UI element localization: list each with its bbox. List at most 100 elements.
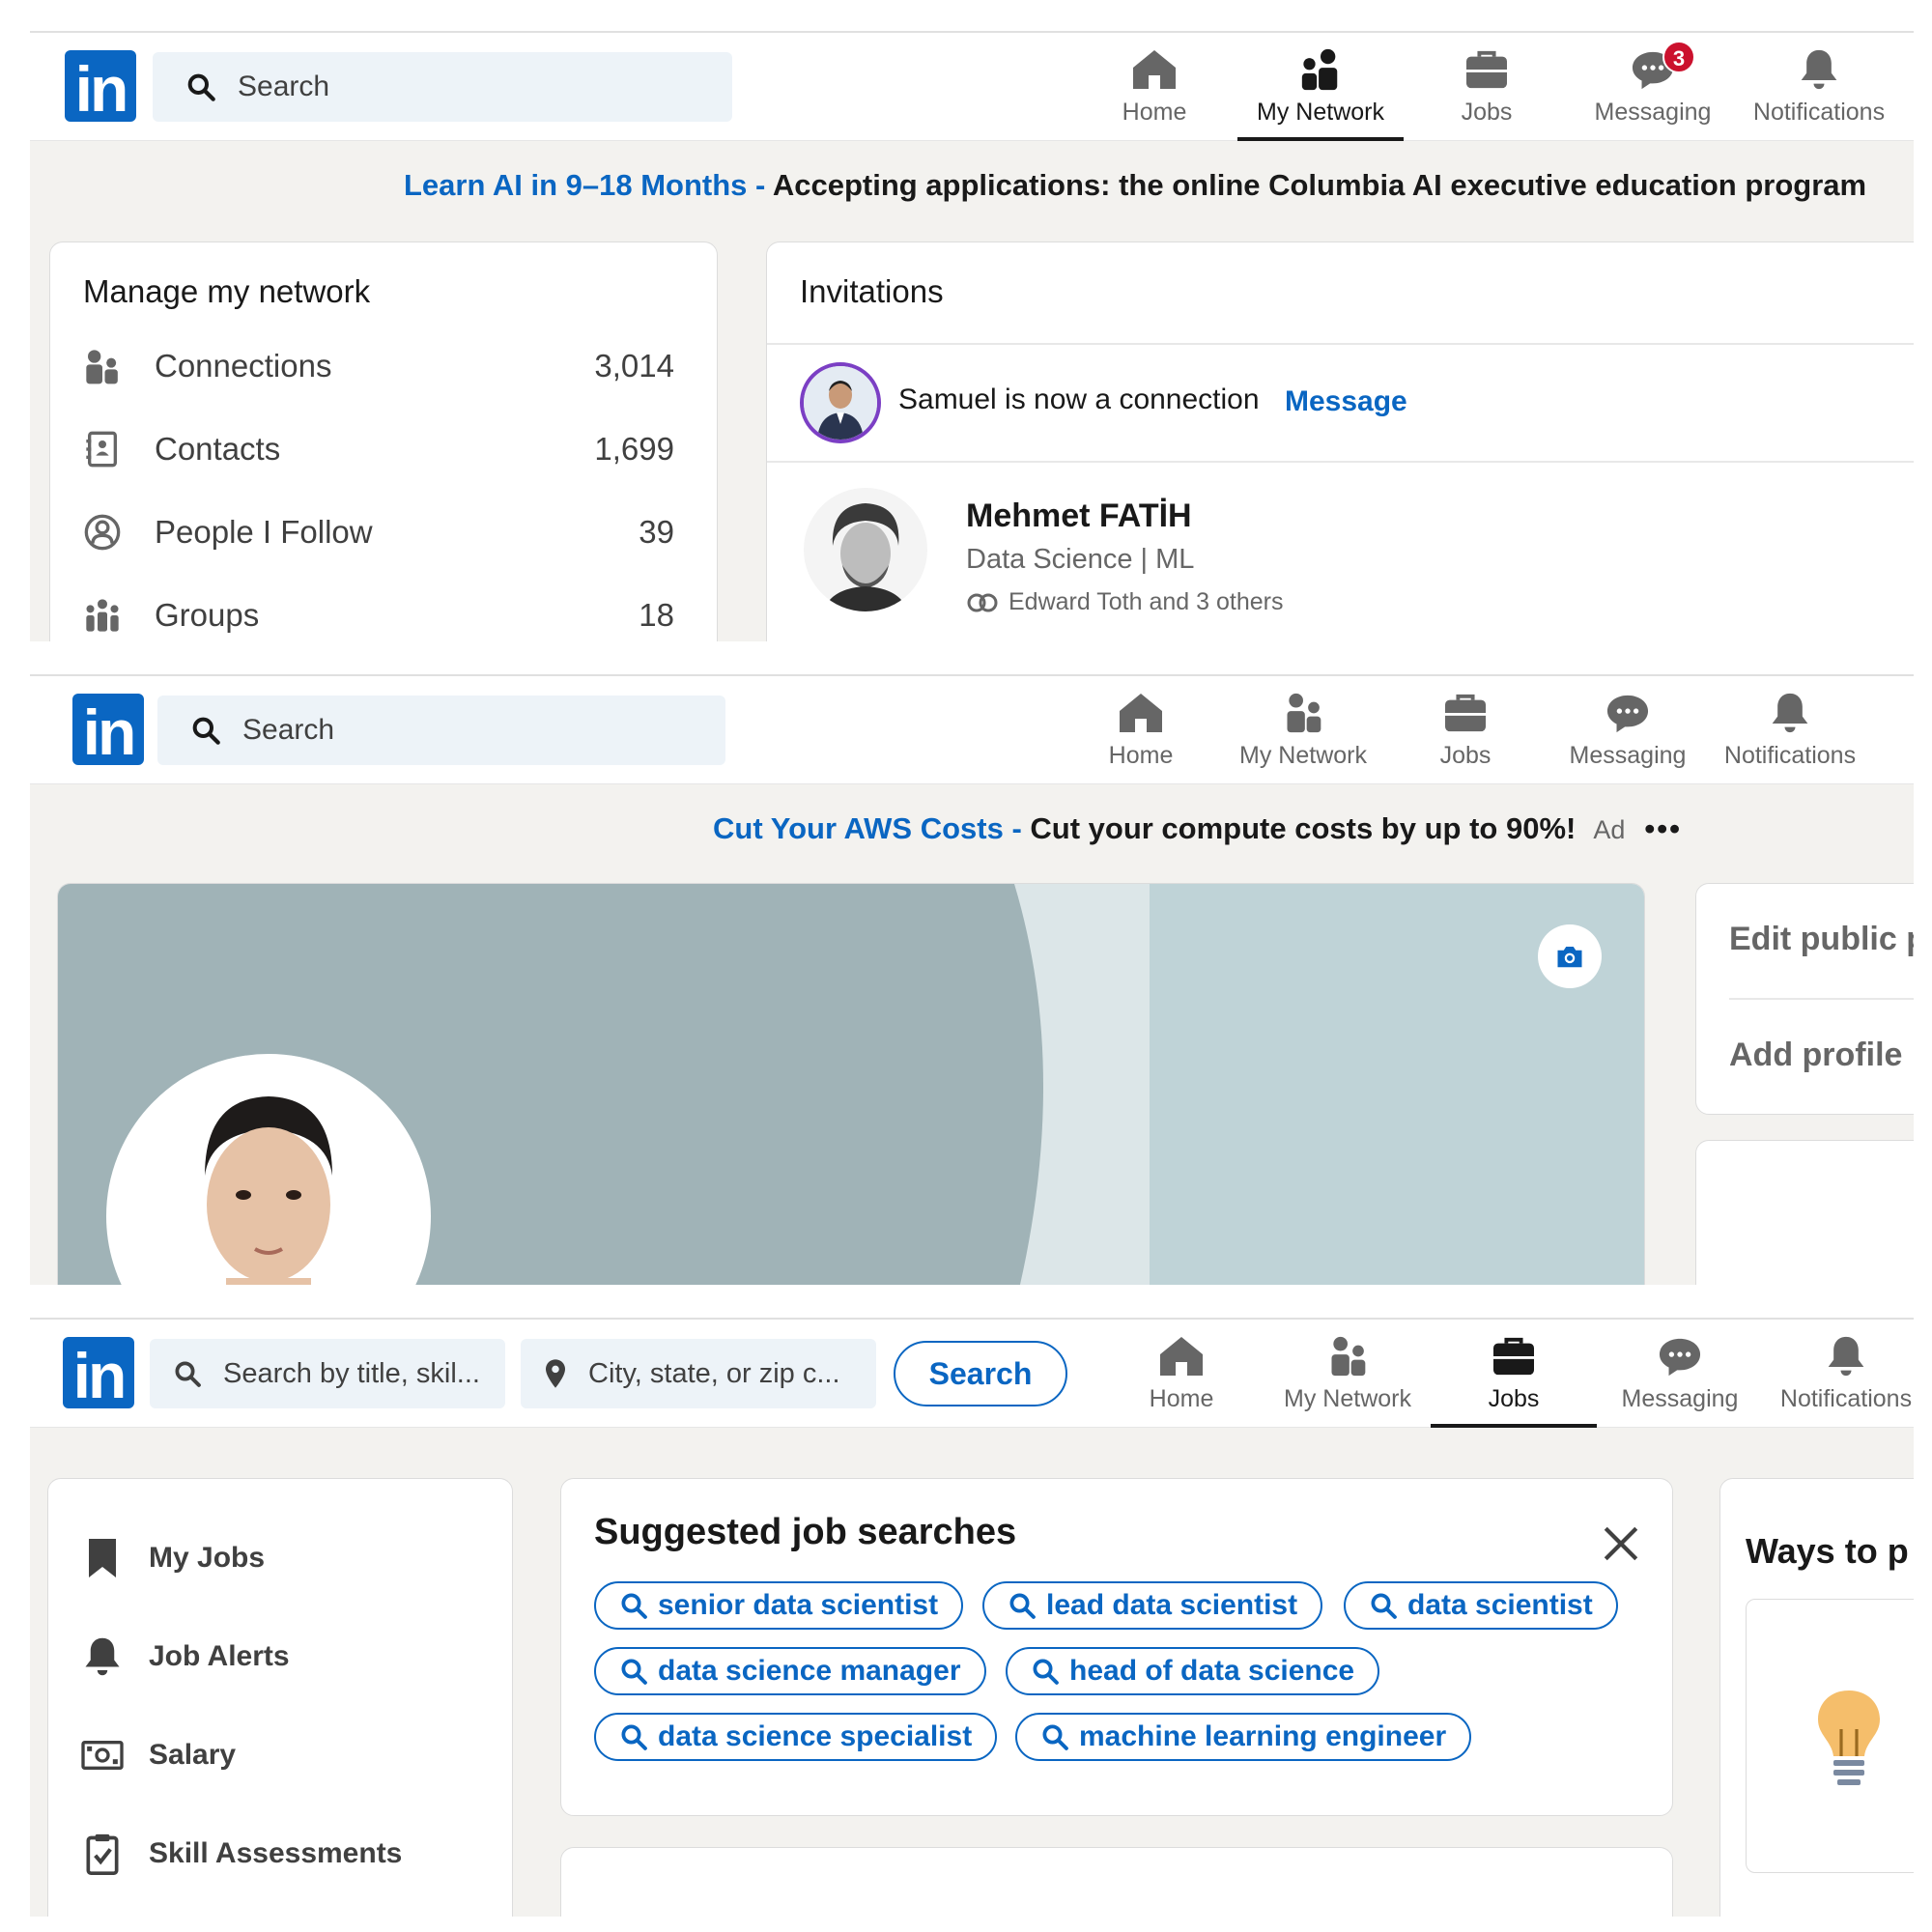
- manage-row-groups[interactable]: Groups 18: [83, 586, 674, 641]
- search-icon: [621, 1659, 647, 1685]
- search-icon: [621, 1724, 647, 1750]
- more-options-icon[interactable]: •••: [1644, 811, 1682, 845]
- manage-row-connections[interactable]: Connections 3,014: [83, 337, 674, 395]
- ways-tile[interactable]: [1746, 1599, 1914, 1873]
- location-search-input[interactable]: City, state, or zip c...: [521, 1339, 876, 1408]
- sidebar-item-salary[interactable]: Salary: [81, 1726, 236, 1784]
- my-network-icon: [1301, 48, 1338, 91]
- nav-home[interactable]: Home: [1098, 1320, 1264, 1428]
- nav-jobs[interactable]: Jobs: [1382, 676, 1548, 784]
- search-button[interactable]: Search: [894, 1341, 1067, 1406]
- nav-notifications-label: Notifications: [1779, 1385, 1913, 1412]
- profile-screenshot: in Search Home My Network Jobs Messaging…: [30, 674, 1914, 1285]
- my-network-icon: [1287, 693, 1321, 733]
- nav-jobs-label: Jobs: [1439, 742, 1492, 769]
- mutual-connections: Edward Toth and 3 others: [966, 588, 1283, 616]
- add-profile-link[interactable]: Add profile i: [1729, 1037, 1914, 1074]
- suggested-search-pill[interactable]: data scientist: [1344, 1581, 1618, 1630]
- mehmet-avatar[interactable]: [804, 488, 927, 611]
- suggested-search-pill[interactable]: data science manager: [594, 1647, 986, 1695]
- jobs-sidebar-card: My Jobs Job Alerts Salary Skill Assessme…: [47, 1478, 513, 1917]
- job-title-search-input[interactable]: Search by title, skil...: [150, 1339, 505, 1408]
- suggested-search-pill[interactable]: data science specialist: [594, 1713, 998, 1761]
- connections-icon: [86, 350, 118, 384]
- pill-label: senior data scientist: [658, 1589, 939, 1621]
- nav-notifications[interactable]: Notifications: [1736, 33, 1902, 141]
- nav-my-network-label: My Network: [1239, 742, 1367, 769]
- suggested-searches-card: Suggested job searches senior data scien…: [560, 1478, 1673, 1816]
- samuel-avatar[interactable]: [800, 362, 881, 443]
- nav-jobs[interactable]: Jobs: [1431, 1320, 1597, 1428]
- person-headline: Data Science | ML: [966, 544, 1195, 575]
- close-icon[interactable]: [1601, 1523, 1641, 1564]
- bookmark-icon: [89, 1539, 116, 1577]
- my-network-screenshot: in Search Home My Network Jobs 3 Messagi…: [30, 31, 1914, 641]
- nav-notifications[interactable]: Notifications: [1707, 676, 1873, 784]
- jobs-icon: [1466, 50, 1507, 89]
- linkedin-logo[interactable]: in: [63, 1337, 134, 1411]
- divider: [767, 343, 1914, 345]
- ad-banner[interactable]: Cut Your AWS Costs - Cut your compute co…: [30, 811, 1914, 846]
- nav-my-network-label: My Network: [1257, 99, 1384, 126]
- nav-my-network[interactable]: My Network: [1237, 33, 1404, 141]
- linkedin-logo[interactable]: in: [65, 50, 136, 125]
- profile-top-card: [57, 883, 1645, 1285]
- person-name[interactable]: Mehmet FATİH: [966, 497, 1192, 535]
- nav-jobs-label: Jobs: [1461, 99, 1513, 126]
- sidebar-item-job-alerts[interactable]: Job Alerts: [81, 1628, 290, 1686]
- search-icon: [192, 717, 220, 745]
- manage-row-label: Contacts: [155, 431, 281, 467]
- manage-row-label: Connections: [155, 348, 332, 384]
- suggested-search-pill[interactable]: head of data science: [1006, 1647, 1380, 1695]
- invitations-title: Invitations: [800, 273, 944, 309]
- nav-my-network[interactable]: My Network: [1264, 1320, 1431, 1428]
- invitations-card: Invitations Samuel is now a connection M…: [766, 242, 1914, 641]
- banner-link[interactable]: Cut Your AWS Costs -: [713, 811, 1022, 845]
- nav-messaging[interactable]: Messaging: [1597, 1320, 1763, 1428]
- nav-notifications[interactable]: Notifications: [1763, 1320, 1914, 1428]
- location-pin-icon: [546, 1359, 565, 1388]
- people-follow-icon: [84, 514, 121, 551]
- manage-row-contacts[interactable]: Contacts 1,699: [83, 420, 674, 478]
- linkedin-logo[interactable]: in: [72, 694, 144, 768]
- nav-jobs[interactable]: Jobs: [1404, 33, 1570, 141]
- pill-label: machine learning engineer: [1079, 1720, 1447, 1752]
- sidebar-item-label: My Jobs: [149, 1542, 266, 1574]
- message-link[interactable]: Message: [1285, 385, 1407, 418]
- edit-cover-button[interactable]: [1538, 924, 1602, 988]
- notifications-icon: [1828, 1336, 1864, 1377]
- search-input[interactable]: Search: [153, 52, 732, 122]
- search-input[interactable]: Search: [157, 696, 725, 765]
- sidebar-item-skill-assessments[interactable]: Skill Assessments: [81, 1825, 402, 1883]
- nav-home[interactable]: Home: [1071, 33, 1237, 141]
- nav-home[interactable]: Home: [1058, 676, 1224, 784]
- person-photo: [804, 488, 927, 611]
- promo-banner[interactable]: Learn AI in 9–18 Months - Accepting appl…: [30, 168, 1914, 203]
- suggested-search-pill[interactable]: senior data scientist: [594, 1581, 964, 1630]
- manage-row-people-follow[interactable]: People I Follow 39: [83, 503, 674, 561]
- camera-icon: [1557, 947, 1582, 968]
- banner-text: Accepting applications: the online Colum…: [765, 168, 1867, 202]
- nav-messaging[interactable]: 3 Messaging: [1570, 33, 1736, 141]
- suggested-search-pill[interactable]: machine learning engineer: [1015, 1713, 1472, 1761]
- nav-my-network-label: My Network: [1284, 1385, 1411, 1412]
- ad-label: Ad: [1593, 815, 1626, 844]
- nav-home-label: Home: [1149, 1385, 1214, 1412]
- pill-label: data science manager: [658, 1655, 961, 1687]
- divider: [767, 461, 1914, 463]
- manage-row-label: People I Follow: [155, 514, 373, 550]
- suggested-search-pill[interactable]: lead data scientist: [982, 1581, 1323, 1630]
- search-icon: [175, 1361, 201, 1387]
- lightbulb-icon: [1818, 1690, 1880, 1785]
- sidebar-item-my-jobs[interactable]: My Jobs: [81, 1529, 265, 1587]
- manage-row-count: 39: [639, 514, 674, 550]
- search-icon: [1009, 1593, 1036, 1619]
- manage-network-title: Manage my network: [83, 273, 371, 309]
- banner-link[interactable]: Learn AI in 9–18 Months -: [404, 168, 765, 202]
- pill-label: head of data science: [1069, 1655, 1355, 1687]
- edit-public-profile-link[interactable]: Edit public p: [1729, 921, 1914, 958]
- nav-messaging[interactable]: Messaging: [1545, 676, 1711, 784]
- connection-notice: Samuel is now a connection: [898, 384, 1260, 415]
- nav-my-network[interactable]: My Network: [1220, 676, 1386, 784]
- ways-title: Ways to p: [1746, 1531, 1909, 1571]
